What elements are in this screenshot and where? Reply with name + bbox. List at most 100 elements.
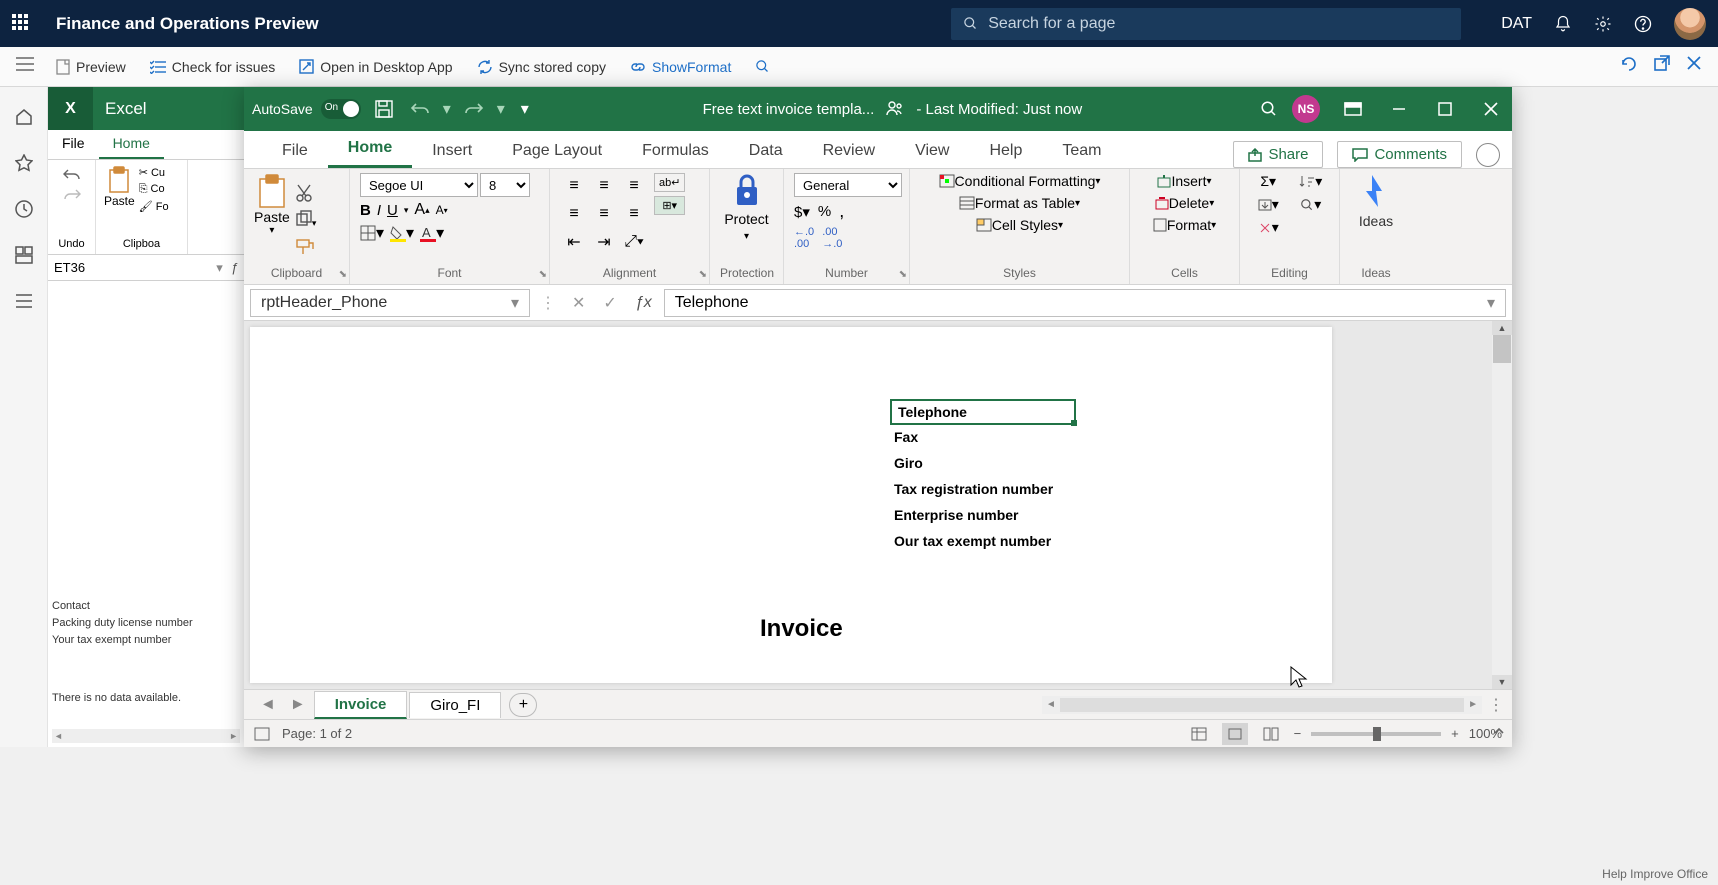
- tab-review[interactable]: Review: [803, 134, 895, 168]
- workspace-icon[interactable]: [12, 243, 36, 267]
- clear-button[interactable]: ▾: [1250, 219, 1287, 236]
- cut-button[interactable]: ✂ Cu: [139, 166, 169, 179]
- increase-decimal[interactable]: ←.0.00: [794, 226, 814, 250]
- selected-cell[interactable]: Telephone: [890, 399, 1076, 425]
- clock-icon[interactable]: [12, 197, 36, 221]
- invoice-heading[interactable]: Invoice: [760, 615, 843, 643]
- fx-icon[interactable]: ƒx: [635, 294, 652, 312]
- font-size-select[interactable]: 8: [480, 173, 530, 197]
- paste-icon[interactable]: [107, 166, 131, 194]
- tab-help[interactable]: Help: [969, 134, 1042, 168]
- page-break-view-icon[interactable]: [1258, 723, 1284, 745]
- fill-handle[interactable]: [1071, 420, 1077, 426]
- vertical-scrollbar[interactable]: ▲ ▼: [1492, 321, 1512, 689]
- autosave-switch[interactable]: On: [321, 99, 361, 119]
- bold-button[interactable]: B: [360, 202, 371, 219]
- sync-button[interactable]: Sync stored copy: [477, 59, 606, 75]
- alignment-launcher-icon[interactable]: ⬊: [699, 269, 707, 280]
- new-sheet-icon[interactable]: +: [509, 693, 537, 717]
- scroll-thumb[interactable]: [1493, 335, 1511, 363]
- check-issues-button[interactable]: Check for issues: [150, 59, 275, 75]
- clipboard-launcher-icon[interactable]: ⬊: [339, 269, 347, 280]
- tab-home[interactable]: Home: [328, 131, 412, 168]
- number-launcher-icon[interactable]: ⬊: [899, 269, 907, 280]
- increase-indent[interactable]: ⇥: [590, 229, 618, 255]
- insert-cells-button[interactable]: Insert ▾: [1140, 173, 1229, 189]
- autosum-button[interactable]: Σ▾: [1250, 173, 1287, 190]
- number-format-select[interactable]: General: [794, 173, 902, 197]
- tab-menu-icon[interactable]: ⋮: [1488, 695, 1504, 715]
- share-button[interactable]: Share: [1233, 141, 1323, 168]
- copy-icon[interactable]: ▾: [296, 210, 317, 231]
- status-layout-icon[interactable]: [254, 727, 270, 741]
- shrink-font-button[interactable]: A▾: [436, 203, 448, 217]
- save-icon[interactable]: [371, 96, 397, 122]
- tab-page-layout[interactable]: Page Layout: [492, 134, 622, 168]
- fill-color-button[interactable]: ▾: [390, 223, 414, 243]
- app-launcher-icon[interactable]: [12, 14, 32, 34]
- cell-giro[interactable]: Giro: [894, 455, 923, 471]
- minimize-icon[interactable]: [1386, 96, 1412, 122]
- preview-hscroll[interactable]: ◄►: [52, 729, 240, 743]
- format-cells-button[interactable]: Format ▾: [1140, 217, 1229, 233]
- bell-icon[interactable]: [1554, 15, 1572, 33]
- find-select-button[interactable]: ▾: [1293, 196, 1330, 213]
- title-redo-icon[interactable]: [461, 96, 487, 122]
- close-icon[interactable]: [1686, 55, 1702, 78]
- font-launcher-icon[interactable]: ⬊: [539, 269, 547, 280]
- page-layout-view-icon[interactable]: [1222, 723, 1248, 745]
- comments-button[interactable]: Comments: [1337, 141, 1462, 168]
- company-code-label[interactable]: DAT: [1501, 15, 1532, 33]
- font-color-button[interactable]: A▾: [420, 223, 444, 243]
- sheet-tab-invoice[interactable]: Invoice: [314, 691, 408, 719]
- cancel-formula-icon[interactable]: ✕: [572, 293, 585, 313]
- doc-title-label[interactable]: Free text invoice templa...: [703, 101, 875, 118]
- underline-button[interactable]: U: [387, 202, 398, 219]
- home-icon[interactable]: [12, 105, 36, 129]
- mini-name-box[interactable]: ET36: [54, 260, 85, 275]
- align-top-right[interactable]: ≡: [620, 173, 648, 199]
- tab-team[interactable]: Team: [1042, 134, 1121, 168]
- zoom-out-icon[interactable]: −: [1294, 726, 1302, 741]
- format-painter-button[interactable]: 🖌 Fo: [139, 200, 169, 213]
- cell-enterprise[interactable]: Enterprise number: [894, 507, 1018, 523]
- hamburger-icon[interactable]: [16, 57, 34, 76]
- accept-formula-icon[interactable]: ✓: [603, 293, 616, 313]
- open-desktop-button[interactable]: Open in Desktop App: [299, 59, 452, 75]
- cell-tax-reg[interactable]: Tax registration number: [894, 481, 1053, 497]
- user-avatar[interactable]: [1674, 8, 1706, 40]
- page-layout-page[interactable]: Telephone Fax Giro Tax registration numb…: [250, 327, 1332, 683]
- sheet-tab-giro[interactable]: Giro_FI: [409, 692, 501, 718]
- conditional-formatting-button[interactable]: Conditional Formatting ▾: [920, 173, 1119, 189]
- horizontal-scrollbar[interactable]: ◄ ►: [1042, 696, 1482, 714]
- tab-view[interactable]: View: [895, 134, 969, 168]
- worksheet-area[interactable]: Telephone Fax Giro Tax registration numb…: [244, 321, 1512, 689]
- name-box[interactable]: rptHeader_Phone ▾: [250, 289, 530, 317]
- merge-center-button[interactable]: ⊞▾: [654, 196, 685, 215]
- wrap-text-button[interactable]: ab↵: [654, 173, 685, 192]
- ideas-icon[interactable]: [1362, 173, 1390, 209]
- cell-fax[interactable]: Fax: [894, 429, 918, 445]
- borders-button[interactable]: ▾: [360, 223, 384, 243]
- window-close-icon[interactable]: [1478, 96, 1504, 122]
- formula-input[interactable]: Telephone ▾: [664, 289, 1506, 317]
- help-improve-link[interactable]: Help Improve Office: [1602, 867, 1708, 881]
- percent-format[interactable]: %: [818, 201, 831, 222]
- mini-home-tab[interactable]: Home: [99, 130, 164, 159]
- autosave-toggle[interactable]: AutoSave On: [252, 99, 361, 119]
- align-left[interactable]: ≡: [560, 201, 588, 227]
- normal-view-icon[interactable]: [1186, 723, 1212, 745]
- decrease-decimal[interactable]: .00→.0: [822, 226, 842, 250]
- cell-styles-button[interactable]: Cell Styles ▾: [920, 217, 1119, 233]
- star-icon[interactable]: [12, 151, 36, 175]
- user-badge[interactable]: NS: [1292, 95, 1320, 123]
- accounting-format[interactable]: $▾: [794, 201, 810, 222]
- collapse-ribbon-icon[interactable]: [1492, 724, 1506, 743]
- modules-icon[interactable]: [12, 289, 36, 313]
- refresh-icon[interactable]: [1620, 55, 1638, 78]
- decrease-indent[interactable]: ⇤: [560, 229, 588, 255]
- redo-icon[interactable]: [63, 188, 81, 202]
- delete-cells-button[interactable]: Delete ▾: [1140, 195, 1229, 211]
- undo-icon[interactable]: [63, 168, 81, 182]
- popout-icon[interactable]: [1654, 55, 1670, 78]
